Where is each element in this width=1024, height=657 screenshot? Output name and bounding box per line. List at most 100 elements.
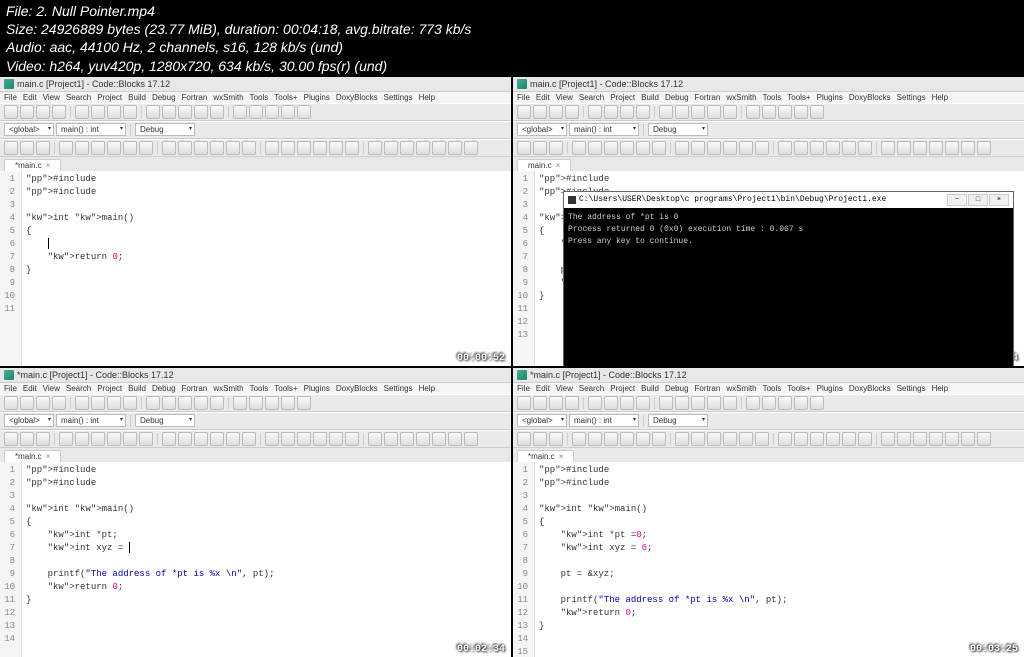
menu-build[interactable]: Build <box>641 93 659 102</box>
toolbar-button[interactable] <box>620 396 634 410</box>
toolbar-button[interactable] <box>810 141 824 155</box>
toolbar-button[interactable] <box>778 141 792 155</box>
window-titlebar[interactable]: *main.c [Project1] - Code::Blocks 17.12 <box>0 368 511 383</box>
menu-build[interactable]: Build <box>128 384 146 393</box>
scope-func-dropdown[interactable]: main() : int <box>56 123 126 136</box>
menu-help[interactable]: Help <box>932 384 948 393</box>
menu-edit[interactable]: Edit <box>536 93 550 102</box>
menu-debug[interactable]: Debug <box>152 384 176 393</box>
code-editor[interactable]: 1234567891011 "pp">#include "pp">#includ… <box>0 171 511 366</box>
toolbar-button[interactable] <box>139 432 153 446</box>
toolbar-button[interactable] <box>826 432 840 446</box>
toolbar-button[interactable] <box>4 105 18 119</box>
menu-view[interactable]: View <box>43 384 60 393</box>
toolbar-debug[interactable] <box>513 139 1024 157</box>
toolbar-button[interactable] <box>636 141 650 155</box>
console-titlebar[interactable]: C:\Users\USER\Desktop\c programs\Project… <box>564 192 1013 208</box>
toolbar-button[interactable] <box>604 432 618 446</box>
toolbar-button[interactable] <box>178 141 192 155</box>
toolbar-button[interactable] <box>162 105 176 119</box>
toolbar-button[interactable] <box>432 432 446 446</box>
toolbar-button[interactable] <box>123 141 137 155</box>
toolbar-button[interactable] <box>652 432 666 446</box>
toolbar-button[interactable] <box>794 396 808 410</box>
toolbar-button[interactable] <box>588 141 602 155</box>
menu-build[interactable]: Build <box>128 93 146 102</box>
toolbar-button[interactable] <box>746 396 760 410</box>
menu-search[interactable]: Search <box>66 384 91 393</box>
menu-tools[interactable]: Tools <box>250 93 269 102</box>
toolbar-button[interactable] <box>210 432 224 446</box>
toolbar-button[interactable] <box>858 432 872 446</box>
toolbar-button[interactable] <box>368 141 382 155</box>
toolbar-button[interactable] <box>746 105 760 119</box>
toolbar-button[interactable] <box>162 432 176 446</box>
toolbar-button[interactable] <box>233 396 247 410</box>
menu-file[interactable]: File <box>4 93 17 102</box>
toolbar-button[interactable] <box>533 432 547 446</box>
toolbar-button[interactable] <box>707 432 721 446</box>
window-titlebar[interactable]: *main.c [Project1] - Code::Blocks 17.12 <box>513 368 1024 383</box>
menu-plugins[interactable]: Plugins <box>304 93 330 102</box>
toolbar-button[interactable] <box>107 105 121 119</box>
menu-plugins[interactable]: Plugins <box>817 384 843 393</box>
toolbar-button[interactable] <box>107 141 121 155</box>
code-editor[interactable]: 12345678910111213141516 "pp">#include "p… <box>513 462 1024 657</box>
menu-edit[interactable]: Edit <box>23 384 37 393</box>
toolbar-button[interactable] <box>210 141 224 155</box>
toolbar-button[interactable] <box>881 141 895 155</box>
menu-doxyblocks[interactable]: DoxyBlocks <box>336 384 378 393</box>
menu-plugins[interactable]: Plugins <box>817 93 843 102</box>
tab-main-c[interactable]: *main.c× <box>4 450 61 462</box>
menu-fortran[interactable]: Fortran <box>182 93 208 102</box>
toolbar-button[interactable] <box>723 141 737 155</box>
scope-func-dropdown[interactable]: main() : int <box>569 123 639 136</box>
toolbar-button[interactable] <box>723 432 737 446</box>
toolbar-button[interactable] <box>265 396 279 410</box>
menubar[interactable]: FileEditViewSearchProjectBuildDebugFortr… <box>513 383 1024 394</box>
toolbar-button[interactable] <box>945 432 959 446</box>
menu-doxyblocks[interactable]: DoxyBlocks <box>849 93 891 102</box>
toolbar-button[interactable] <box>384 141 398 155</box>
toolbar-button[interactable] <box>329 141 343 155</box>
toolbar-button[interactable] <box>281 432 295 446</box>
toolbar-button[interactable] <box>194 432 208 446</box>
toolbar-button[interactable] <box>707 105 721 119</box>
toolbar-button[interactable] <box>107 432 121 446</box>
toolbar-button[interactable] <box>448 141 462 155</box>
toolbar-button[interactable] <box>297 141 311 155</box>
menu-settings[interactable]: Settings <box>384 384 413 393</box>
toolbar-button[interactable] <box>620 141 634 155</box>
menu-fortran[interactable]: Fortran <box>182 384 208 393</box>
menu-file[interactable]: File <box>4 384 17 393</box>
menu-tools[interactable]: Tools <box>763 93 782 102</box>
code-area[interactable]: "pp">#include "pp">#include "kw">int "kw… <box>22 171 511 366</box>
toolbar-button[interactable] <box>691 396 705 410</box>
scope-global-dropdown[interactable]: <global> <box>4 123 54 136</box>
toolbar-button[interactable] <box>691 141 705 155</box>
toolbar-button[interactable] <box>400 141 414 155</box>
toolbar-button[interactable] <box>91 432 105 446</box>
menubar[interactable]: FileEditViewSearchProjectBuildDebugFortr… <box>0 92 511 103</box>
toolbar-button[interactable] <box>194 396 208 410</box>
toolbar-button[interactable] <box>448 432 462 446</box>
build-target-dropdown[interactable]: Debug <box>135 414 195 427</box>
tab-main-c[interactable]: *main.c× <box>517 450 574 462</box>
toolbar-button[interactable] <box>313 141 327 155</box>
toolbar-button[interactable] <box>416 141 430 155</box>
toolbar-main[interactable] <box>0 103 511 121</box>
menu-wxsmith[interactable]: wxSmith <box>213 384 243 393</box>
toolbar-button[interactable] <box>794 432 808 446</box>
toolbar-button[interactable] <box>36 105 50 119</box>
close-icon[interactable]: × <box>46 161 51 170</box>
menu-project[interactable]: Project <box>97 384 122 393</box>
toolbar-button[interactable] <box>659 396 673 410</box>
toolbar-button[interactable] <box>977 141 991 155</box>
toolbar-button[interactable] <box>329 432 343 446</box>
toolbar-button[interactable] <box>178 432 192 446</box>
toolbar-button[interactable] <box>675 141 689 155</box>
code-editor[interactable]: 1234567891011121314 "pp">#include "pp">#… <box>0 462 511 657</box>
menu-file[interactable]: File <box>517 93 530 102</box>
toolbar-button[interactable] <box>210 396 224 410</box>
toolbar-button[interactable] <box>565 105 579 119</box>
